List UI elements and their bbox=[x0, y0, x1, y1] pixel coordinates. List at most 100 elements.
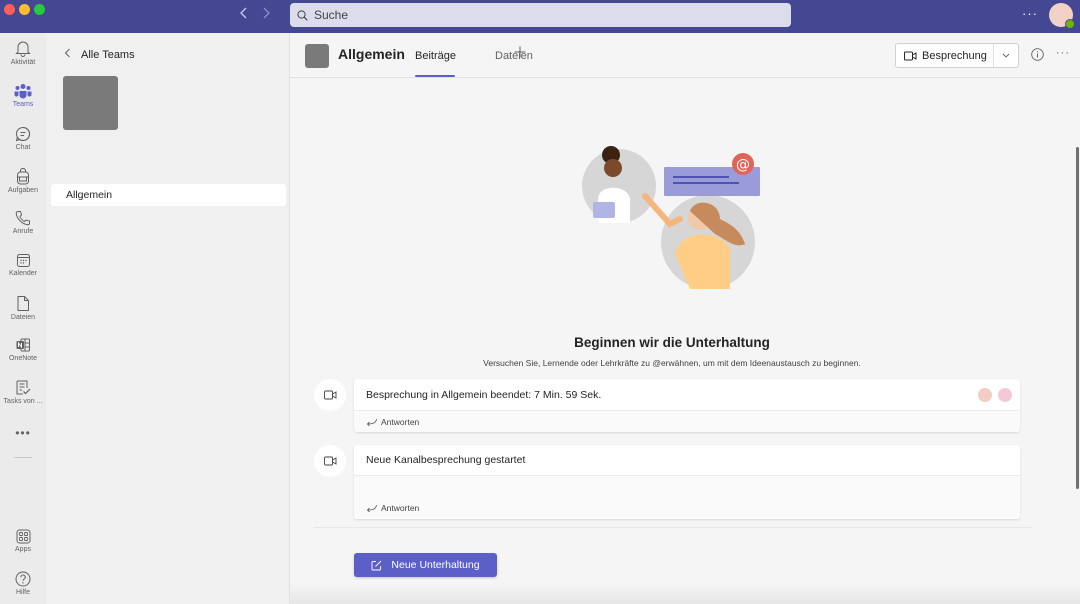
forward-button[interactable] bbox=[259, 6, 273, 24]
conversation-illustration: @ bbox=[582, 146, 760, 289]
video-camera-icon bbox=[323, 456, 336, 466]
post-message[interactable]: Besprechung in Allgemein beendet: 7 Min.… bbox=[354, 379, 1020, 411]
post-message-text: Neue Kanalbesprechung gestartet bbox=[366, 454, 526, 466]
post-type-icon bbox=[314, 379, 346, 411]
plus-icon bbox=[514, 46, 526, 58]
channel-item-allgemein[interactable]: Allgemein bbox=[51, 184, 286, 206]
meet-button-group: Besprechung bbox=[895, 43, 1019, 68]
channel-title: Allgemein bbox=[338, 46, 405, 62]
participant-avatar[interactable] bbox=[978, 388, 992, 402]
rail-label: Tasks von ... bbox=[3, 398, 43, 405]
rail-item-activity[interactable]: Aktivität bbox=[0, 40, 46, 80]
chat-icon bbox=[15, 127, 30, 142]
zoom-window-button[interactable] bbox=[34, 4, 45, 15]
channel-info-button[interactable] bbox=[1031, 48, 1044, 66]
reply-arrow-icon bbox=[366, 504, 377, 512]
post-body bbox=[354, 476, 1020, 497]
all-teams-back-link[interactable]: Alle Teams bbox=[64, 48, 135, 61]
meet-dropdown-button[interactable] bbox=[994, 44, 1018, 67]
rail-label: Dateien bbox=[10, 314, 36, 321]
tasks-icon bbox=[16, 380, 31, 395]
search-icon bbox=[297, 9, 308, 21]
apps-icon bbox=[16, 529, 30, 544]
team-panel: Alle Teams Allgemein bbox=[46, 33, 290, 604]
rail-label: Hilfe bbox=[15, 589, 30, 596]
backpack-icon bbox=[17, 168, 29, 185]
post-message-text: Besprechung in Allgemein beendet: 7 Min.… bbox=[366, 388, 602, 401]
channel-header: Allgemein Beiträge Dateien Besprechung ·… bbox=[290, 33, 1080, 78]
meet-button-label: Besprechung bbox=[922, 49, 987, 62]
file-icon bbox=[17, 296, 29, 311]
thread-divider bbox=[314, 527, 1032, 528]
post-type-icon bbox=[314, 445, 346, 477]
chevron-left-icon bbox=[240, 7, 247, 19]
rail-item-teams[interactable]: Teams bbox=[0, 83, 46, 123]
posts-area: @ Beginnen wir die Unterhaltung Versuche… bbox=[290, 79, 1080, 604]
reply-arrow-icon bbox=[366, 418, 377, 426]
rail-item-files[interactable]: Dateien bbox=[0, 295, 46, 335]
teams-icon bbox=[14, 84, 32, 99]
rail-item-assignments[interactable]: Aufgaben bbox=[0, 168, 46, 208]
rail-divider bbox=[14, 457, 32, 458]
minimize-window-button[interactable] bbox=[19, 4, 30, 15]
back-button[interactable] bbox=[237, 6, 251, 24]
rail-label: Anrufe bbox=[12, 228, 34, 235]
reply-label: Antworten bbox=[381, 416, 420, 427]
bell-icon bbox=[15, 41, 31, 57]
chevron-left-icon bbox=[64, 48, 71, 61]
participant-avatar[interactable] bbox=[998, 388, 1012, 402]
meeting-participants bbox=[978, 388, 1012, 402]
post-message[interactable]: Neue Kanalbesprechung gestartet bbox=[354, 445, 1020, 476]
reply-button[interactable]: Antworten bbox=[354, 411, 1020, 432]
rail-item-apps[interactable]: Apps bbox=[0, 529, 46, 569]
video-camera-icon bbox=[323, 390, 336, 400]
rail-item-calendar[interactable]: Kalender bbox=[0, 253, 46, 293]
add-tab-button[interactable] bbox=[514, 45, 526, 63]
new-conversation-button[interactable]: Neue Unterhaltung bbox=[354, 553, 497, 577]
tab-posts[interactable]: Beiträge bbox=[415, 50, 456, 62]
meet-button[interactable]: Besprechung bbox=[896, 44, 994, 67]
app-rail: Aktivität Teams Chat Aufgaben Anrufe Kal… bbox=[0, 33, 46, 604]
search-placeholder: Suche bbox=[314, 8, 349, 22]
rail-label: Chat bbox=[15, 144, 31, 151]
search-input[interactable]: Suche bbox=[290, 3, 791, 27]
posts-scrollbar[interactable] bbox=[1076, 147, 1079, 489]
empty-state-title: Beginnen wir die Unterhaltung bbox=[574, 335, 770, 350]
presence-badge bbox=[1065, 19, 1075, 29]
post-card: Besprechung in Allgemein beendet: 7 Min.… bbox=[354, 379, 1020, 432]
team-avatar[interactable] bbox=[63, 76, 118, 130]
new-conversation-label: Neue Unterhaltung bbox=[391, 559, 480, 571]
post-card: Neue Kanalbesprechung gestartet Antworte… bbox=[354, 445, 1020, 519]
rail-item-tasks[interactable]: Tasks von ... bbox=[0, 379, 46, 419]
active-tab-indicator bbox=[415, 75, 455, 77]
all-teams-label: Alle Teams bbox=[81, 48, 135, 61]
chevron-down-icon bbox=[1002, 53, 1010, 58]
channel-more-button[interactable]: ··· bbox=[1056, 47, 1070, 59]
reply-button[interactable]: Antworten bbox=[354, 497, 1020, 518]
rail-label: Apps bbox=[15, 546, 31, 553]
onenote-icon bbox=[16, 338, 30, 352]
close-window-button[interactable] bbox=[4, 4, 15, 15]
compose-icon bbox=[371, 560, 382, 570]
rail-item-onenote[interactable]: OneNote bbox=[0, 337, 46, 377]
user-avatar[interactable] bbox=[1049, 3, 1075, 29]
title-bar: Suche ··· bbox=[0, 0, 1080, 33]
chevron-right-icon bbox=[263, 7, 270, 19]
rail-item-help[interactable]: Hilfe bbox=[0, 571, 46, 604]
info-icon bbox=[1031, 48, 1044, 61]
channel-team-avatar bbox=[305, 44, 329, 68]
reply-label: Antworten bbox=[381, 502, 420, 513]
bottom-fade bbox=[290, 584, 1080, 604]
rail-label: Teams bbox=[12, 101, 34, 108]
rail-label: Aktivität bbox=[10, 59, 36, 66]
rail-item-chat[interactable]: Chat bbox=[0, 126, 46, 166]
rail-label: OneNote bbox=[8, 355, 38, 362]
settings-more-button[interactable]: ··· bbox=[1022, 6, 1038, 21]
phone-icon bbox=[15, 211, 30, 226]
rail-item-calls[interactable]: Anrufe bbox=[0, 210, 46, 250]
svg-text:@: @ bbox=[736, 157, 750, 173]
empty-state-subtitle: Versuchen Sie, Lernende oder Lehrkräfte … bbox=[483, 358, 861, 368]
video-camera-icon bbox=[904, 51, 917, 60]
more-apps-button[interactable]: ••• bbox=[0, 426, 46, 440]
rail-label: Kalender bbox=[8, 270, 38, 277]
